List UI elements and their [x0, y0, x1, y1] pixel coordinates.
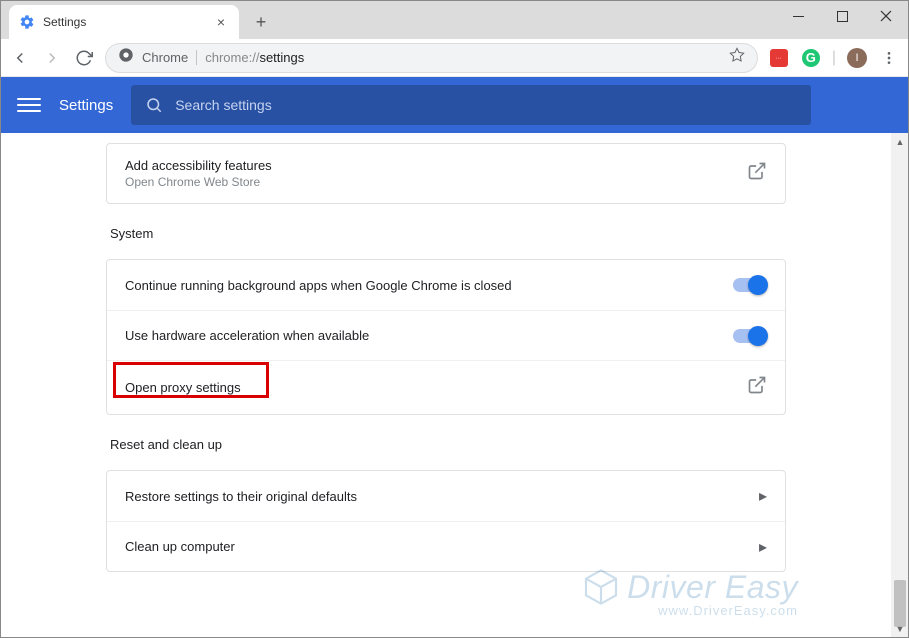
reset-card: Restore settings to their original defau… [106, 470, 786, 572]
hardware-accel-toggle[interactable] [733, 329, 767, 343]
restore-defaults-row[interactable]: Restore settings to their original defau… [107, 471, 785, 521]
hamburger-menu-icon[interactable] [17, 98, 41, 112]
scroll-down-arrow[interactable]: ▼ [892, 620, 908, 637]
window-titlebar: Settings × + [1, 1, 908, 39]
omnibox-prefix: Chrome [142, 50, 197, 65]
settings-main: Add accessibility features Open Chrome W… [1, 133, 891, 637]
maximize-button[interactable] [820, 1, 864, 31]
close-icon[interactable]: × [213, 14, 229, 30]
search-icon [145, 96, 163, 114]
tab-title: Settings [43, 15, 205, 29]
background-apps-row[interactable]: Continue running background apps when Go… [107, 260, 785, 310]
accessibility-subtitle: Open Chrome Web Store [125, 175, 747, 189]
accessibility-title: Add accessibility features [125, 158, 747, 173]
background-apps-toggle[interactable] [733, 278, 767, 292]
proxy-settings-row[interactable]: Open proxy settings [107, 360, 785, 414]
cleanup-computer-row[interactable]: Clean up computer ▸ [107, 521, 785, 571]
omnibox-url: chrome://settings [205, 50, 721, 65]
profile-avatar[interactable]: I [846, 47, 868, 69]
accessibility-card: Add accessibility features Open Chrome W… [106, 143, 786, 204]
external-link-icon [747, 161, 767, 186]
reset-section-title: Reset and clean up [110, 437, 782, 452]
settings-search-input[interactable] [175, 97, 797, 113]
extension-lastpass-icon[interactable]: ••• [768, 47, 790, 69]
extension-grammarly-icon[interactable]: G [800, 47, 822, 69]
browser-tab[interactable]: Settings × [9, 5, 239, 39]
reload-button[interactable] [73, 47, 95, 69]
menu-button[interactable] [878, 47, 900, 69]
settings-title: Settings [59, 97, 113, 114]
chrome-icon [118, 47, 134, 68]
add-accessibility-row[interactable]: Add accessibility features Open Chrome W… [107, 144, 785, 203]
address-bar[interactable]: Chrome chrome://settings [105, 43, 758, 73]
chevron-right-icon: ▸ [759, 537, 767, 557]
star-icon[interactable] [729, 47, 745, 68]
hardware-accel-row[interactable]: Use hardware acceleration when available [107, 310, 785, 360]
chevron-right-icon: ▸ [759, 486, 767, 506]
system-card: Continue running background apps when Go… [106, 259, 786, 415]
back-button[interactable] [9, 47, 31, 69]
minimize-button[interactable] [776, 1, 820, 31]
forward-button[interactable] [41, 47, 63, 69]
external-link-icon [747, 375, 767, 400]
browser-toolbar: Chrome chrome://settings ••• G | I [1, 39, 908, 77]
scroll-up-arrow[interactable]: ▲ [892, 133, 908, 150]
settings-header: Settings [1, 77, 908, 133]
system-section-title: System [110, 226, 782, 241]
scrollbar[interactable]: ▲ ▼ [891, 133, 908, 637]
settings-search[interactable] [131, 85, 811, 125]
new-tab-button[interactable]: + [247, 8, 275, 36]
gear-icon [19, 14, 35, 30]
close-window-button[interactable] [864, 1, 908, 31]
